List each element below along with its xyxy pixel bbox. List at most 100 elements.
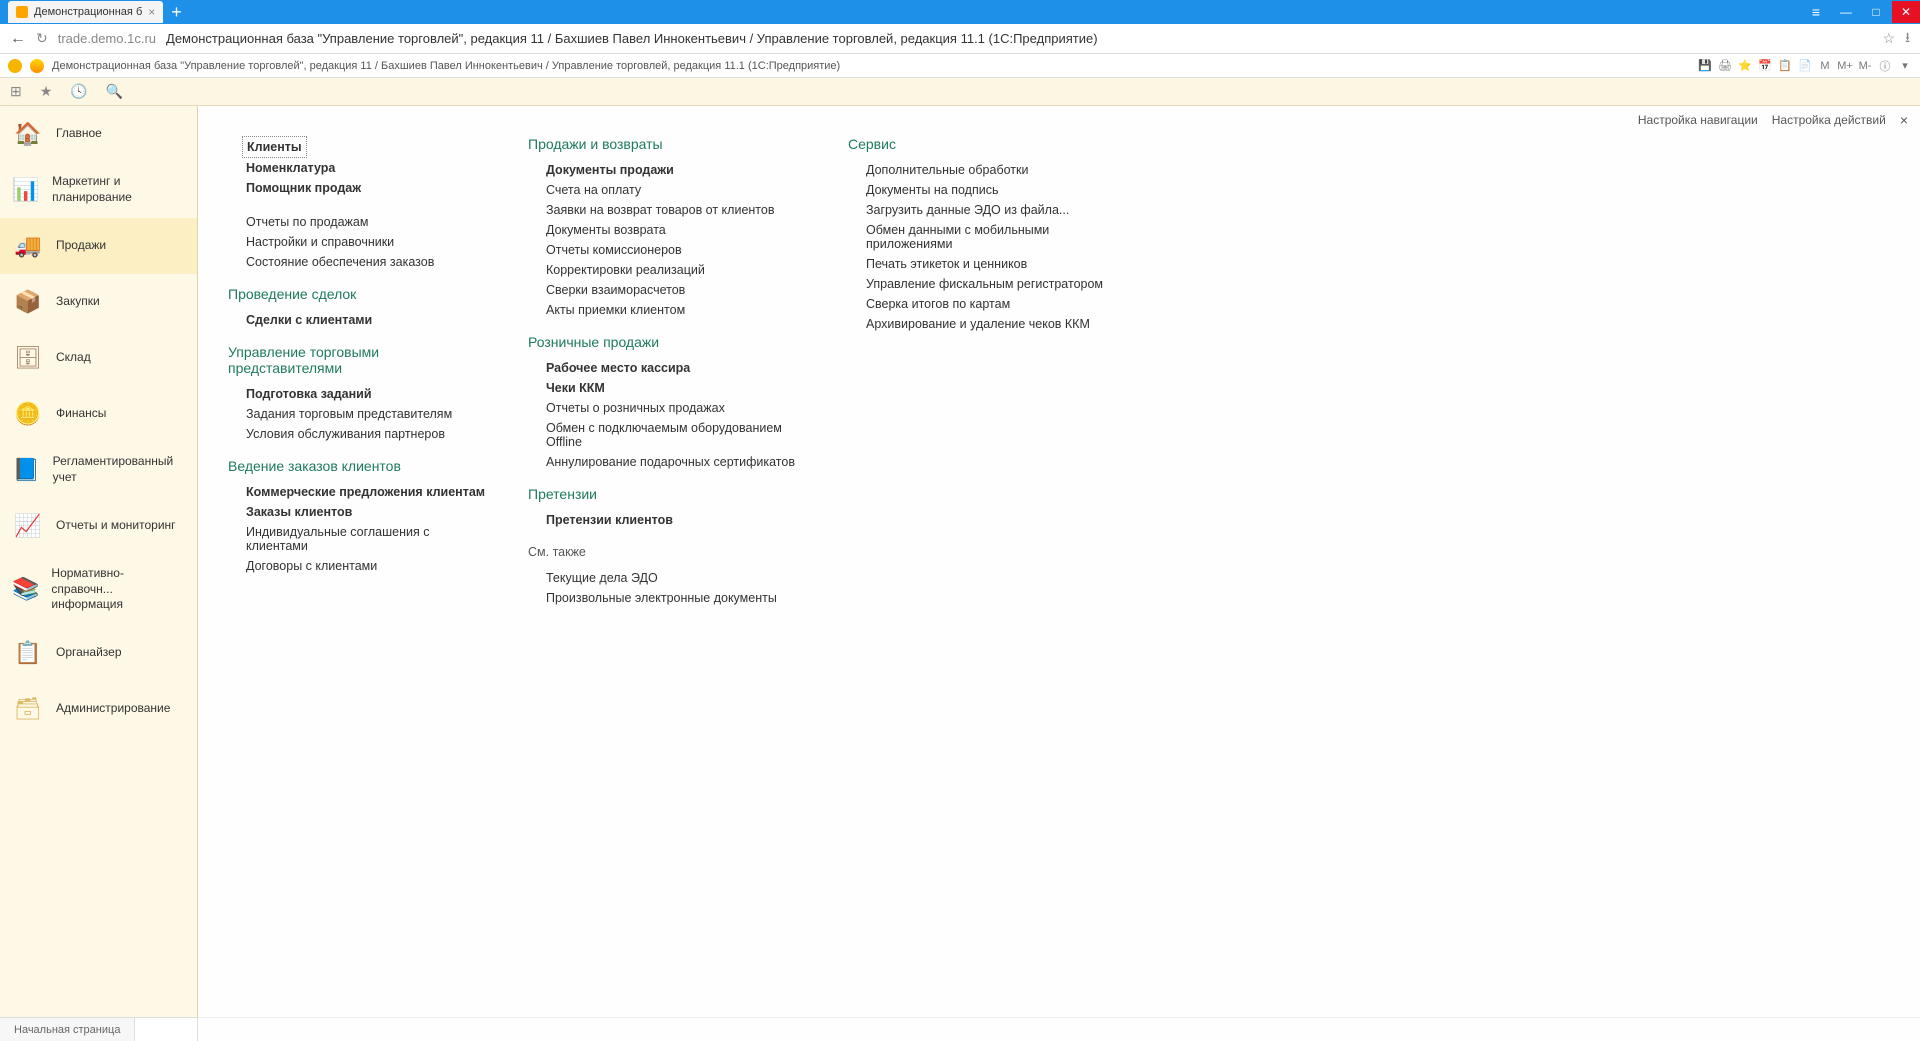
sidebar-item-regulated[interactable]: 📘 Регламентированный учет	[0, 442, 197, 498]
document-icon: 📘	[12, 454, 41, 486]
link-client-deals[interactable]: Сделки с клиентами	[228, 310, 488, 330]
calendar-icon[interactable]: 📅	[1758, 59, 1772, 73]
link-retail-reports[interactable]: Отчеты о розничных продажах	[528, 398, 808, 418]
minimize-button[interactable]: —	[1832, 1, 1860, 23]
link-settings-refs[interactable]: Настройки и справочники	[228, 232, 488, 252]
action-settings-link[interactable]: Настройка действий	[1772, 113, 1886, 127]
link-individual-agreements[interactable]: Индивидуальные соглашения с клиентами	[228, 522, 488, 556]
link-task-prep[interactable]: Подготовка заданий	[228, 384, 488, 404]
mem-mplus[interactable]: M+	[1838, 59, 1852, 73]
sidebar-item-marketing[interactable]: 📊 Маркетинг и планирование	[0, 162, 197, 218]
home-icon: 🏠	[12, 118, 44, 150]
new-tab-button[interactable]: +	[163, 2, 190, 23]
tab-title: Демонстрационная б	[34, 6, 142, 18]
link-edo-current[interactable]: Текущие дела ЭДО	[528, 568, 808, 588]
section-deals: Проведение сделок	[228, 286, 488, 302]
browser-titlebar: Демонстрационная б × + ≡ — □ ✕	[0, 0, 1920, 24]
sidebar-item-organizer[interactable]: 📋 Органайзер	[0, 625, 197, 681]
link-return-requests[interactable]: Заявки на возврат товаров от клиентов	[528, 200, 808, 220]
link-partner-terms[interactable]: Условия обслуживания партнеров	[228, 424, 488, 444]
link-offline-equipment[interactable]: Обмен с подключаемым оборудованием Offli…	[528, 418, 808, 452]
save-icon[interactable]: 💾	[1698, 59, 1712, 73]
link-load-edo-file[interactable]: Загрузить данные ЭДО из файла...	[848, 200, 1128, 220]
search-icon[interactable]: 🔍	[106, 83, 123, 100]
link-client-contracts[interactable]: Договоры с клиентами	[228, 556, 488, 576]
nav-settings-link[interactable]: Настройка навигации	[1638, 113, 1758, 127]
link-clients[interactable]: Клиенты	[242, 136, 307, 158]
link-nomenclature[interactable]: Номенклатура	[228, 158, 488, 178]
refresh-button[interactable]: ↻	[36, 30, 48, 47]
star-icon[interactable]: ★	[40, 83, 53, 100]
books-icon: 📚	[12, 573, 39, 605]
sidebar-item-warehouse[interactable]: 🗄 Склад	[0, 330, 197, 386]
sidebar-item-finance[interactable]: 🪙 Финансы	[0, 386, 197, 442]
link-sales-assistant[interactable]: Помощник продаж	[228, 178, 488, 198]
sidebar-item-reference[interactable]: 📚 Нормативно-справочн... информация	[0, 554, 197, 625]
link-client-acceptance[interactable]: Акты приемки клиентом	[528, 300, 808, 320]
sidebar-item-purchases[interactable]: 📦 Закупки	[0, 274, 197, 330]
download-icon[interactable]: ⭳	[1905, 27, 1910, 51]
close-panel-icon[interactable]: ×	[1900, 112, 1908, 128]
link-arbitrary-edocs[interactable]: Произвольные электронные документы	[528, 588, 808, 608]
window-close-button[interactable]: ✕	[1892, 1, 1920, 23]
section-trade-reps: Управление торговыми представителями	[228, 344, 488, 376]
mem-mminus[interactable]: M-	[1858, 59, 1872, 73]
link-sales-reports[interactable]: Отчеты по продажам	[228, 212, 488, 232]
home-page-tab[interactable]: Начальная страница	[0, 1018, 135, 1041]
sidebar-item-sales[interactable]: 🚚 Продажи	[0, 218, 197, 274]
bar-chart-icon: 📈	[12, 510, 44, 542]
maximize-button[interactable]: □	[1862, 1, 1890, 23]
link-commissioner-reports[interactable]: Отчеты комиссионеров	[528, 240, 808, 260]
sidebar: 🏠 Главное 📊 Маркетинг и планирование 🚚 П…	[0, 106, 198, 1017]
sections-icon[interactable]: ⊞	[10, 83, 22, 100]
content-area: Настройка навигации Настройка действий ×…	[198, 106, 1920, 1017]
tab-close-icon[interactable]: ×	[148, 5, 155, 19]
link-card-recon[interactable]: Сверка итогов по картам	[848, 294, 1128, 314]
column-2: Продажи и возвраты Документы продажи Сче…	[528, 136, 808, 608]
print-icon[interactable]: 🖨	[1718, 59, 1732, 73]
link-invoices[interactable]: Счета на оплату	[528, 180, 808, 200]
link-return-docs[interactable]: Документы возврата	[528, 220, 808, 240]
link-settlement-recon[interactable]: Сверки взаиморасчетов	[528, 280, 808, 300]
link-client-claims[interactable]: Претензии клиентов	[528, 510, 808, 530]
link-gift-cert-cancel[interactable]: Аннулирование подарочных сертификатов	[528, 452, 808, 472]
favorite-icon[interactable]: ⭐	[1738, 59, 1752, 73]
mem-m[interactable]: M	[1818, 59, 1832, 73]
link-fiscal-registrar[interactable]: Управление фискальным регистратором	[848, 274, 1128, 294]
sidebar-item-reports[interactable]: 📈 Отчеты и мониторинг	[0, 498, 197, 554]
page-title-text: Демонстрационная база "Управление торгов…	[166, 31, 1873, 46]
link-rep-tasks[interactable]: Задания торговым представителям	[228, 404, 488, 424]
clipboard-check-icon: 📋	[12, 637, 44, 669]
toolbar: ⊞ ★ 🕓 🔍	[0, 78, 1920, 106]
link-order-provision[interactable]: Состояние обеспечения заказов	[228, 252, 488, 272]
link-kkm-receipts[interactable]: Чеки ККМ	[528, 378, 808, 398]
section-service: Сервис	[848, 136, 1128, 152]
link-archive-kkm[interactable]: Архивирование и удаление чеков ККМ	[848, 314, 1128, 334]
link-client-orders[interactable]: Заказы клиентов	[228, 502, 488, 522]
dropdown-icon[interactable]: ▾	[1898, 59, 1912, 73]
app-logo-1c-icon	[8, 59, 22, 73]
browser-menu-icon[interactable]: ≡	[1802, 1, 1830, 23]
link-print-labels[interactable]: Печать этикеток и ценников	[848, 254, 1128, 274]
link-extra-processing[interactable]: Дополнительные обработки	[848, 160, 1128, 180]
link-realization-corrections[interactable]: Корректировки реализаций	[528, 260, 808, 280]
history-icon[interactable]: 🕓	[70, 83, 87, 100]
link-sales-docs[interactable]: Документы продажи	[528, 160, 808, 180]
shelves-icon: 🗄	[12, 342, 44, 374]
see-also-label: См. также	[528, 542, 808, 562]
bookmark-icon[interactable]: ☆	[1883, 30, 1896, 47]
info-icon[interactable]: ⓘ	[1878, 59, 1892, 73]
link-commercial-offers[interactable]: Коммерческие предложения клиентам	[228, 482, 488, 502]
calc-icon[interactable]: 📋	[1778, 59, 1792, 73]
link-mobile-exchange[interactable]: Обмен данными с мобильными приложениями	[848, 220, 1128, 254]
link-docs-to-sign[interactable]: Документы на подпись	[848, 180, 1128, 200]
browser-tab[interactable]: Демонстрационная б ×	[8, 1, 163, 23]
clipboard-icon[interactable]: 📄	[1798, 59, 1812, 73]
sidebar-item-admin[interactable]: 🗃 Администрирование	[0, 681, 197, 737]
link-cashier-workplace[interactable]: Рабочее место кассира	[528, 358, 808, 378]
boxes-icon: 📦	[12, 286, 44, 318]
back-button[interactable]: ←	[10, 30, 26, 48]
url-text[interactable]: trade.demo.1c.ru	[58, 31, 156, 46]
app-title: Демонстрационная база "Управление торгов…	[52, 60, 840, 72]
sidebar-item-main[interactable]: 🏠 Главное	[0, 106, 197, 162]
